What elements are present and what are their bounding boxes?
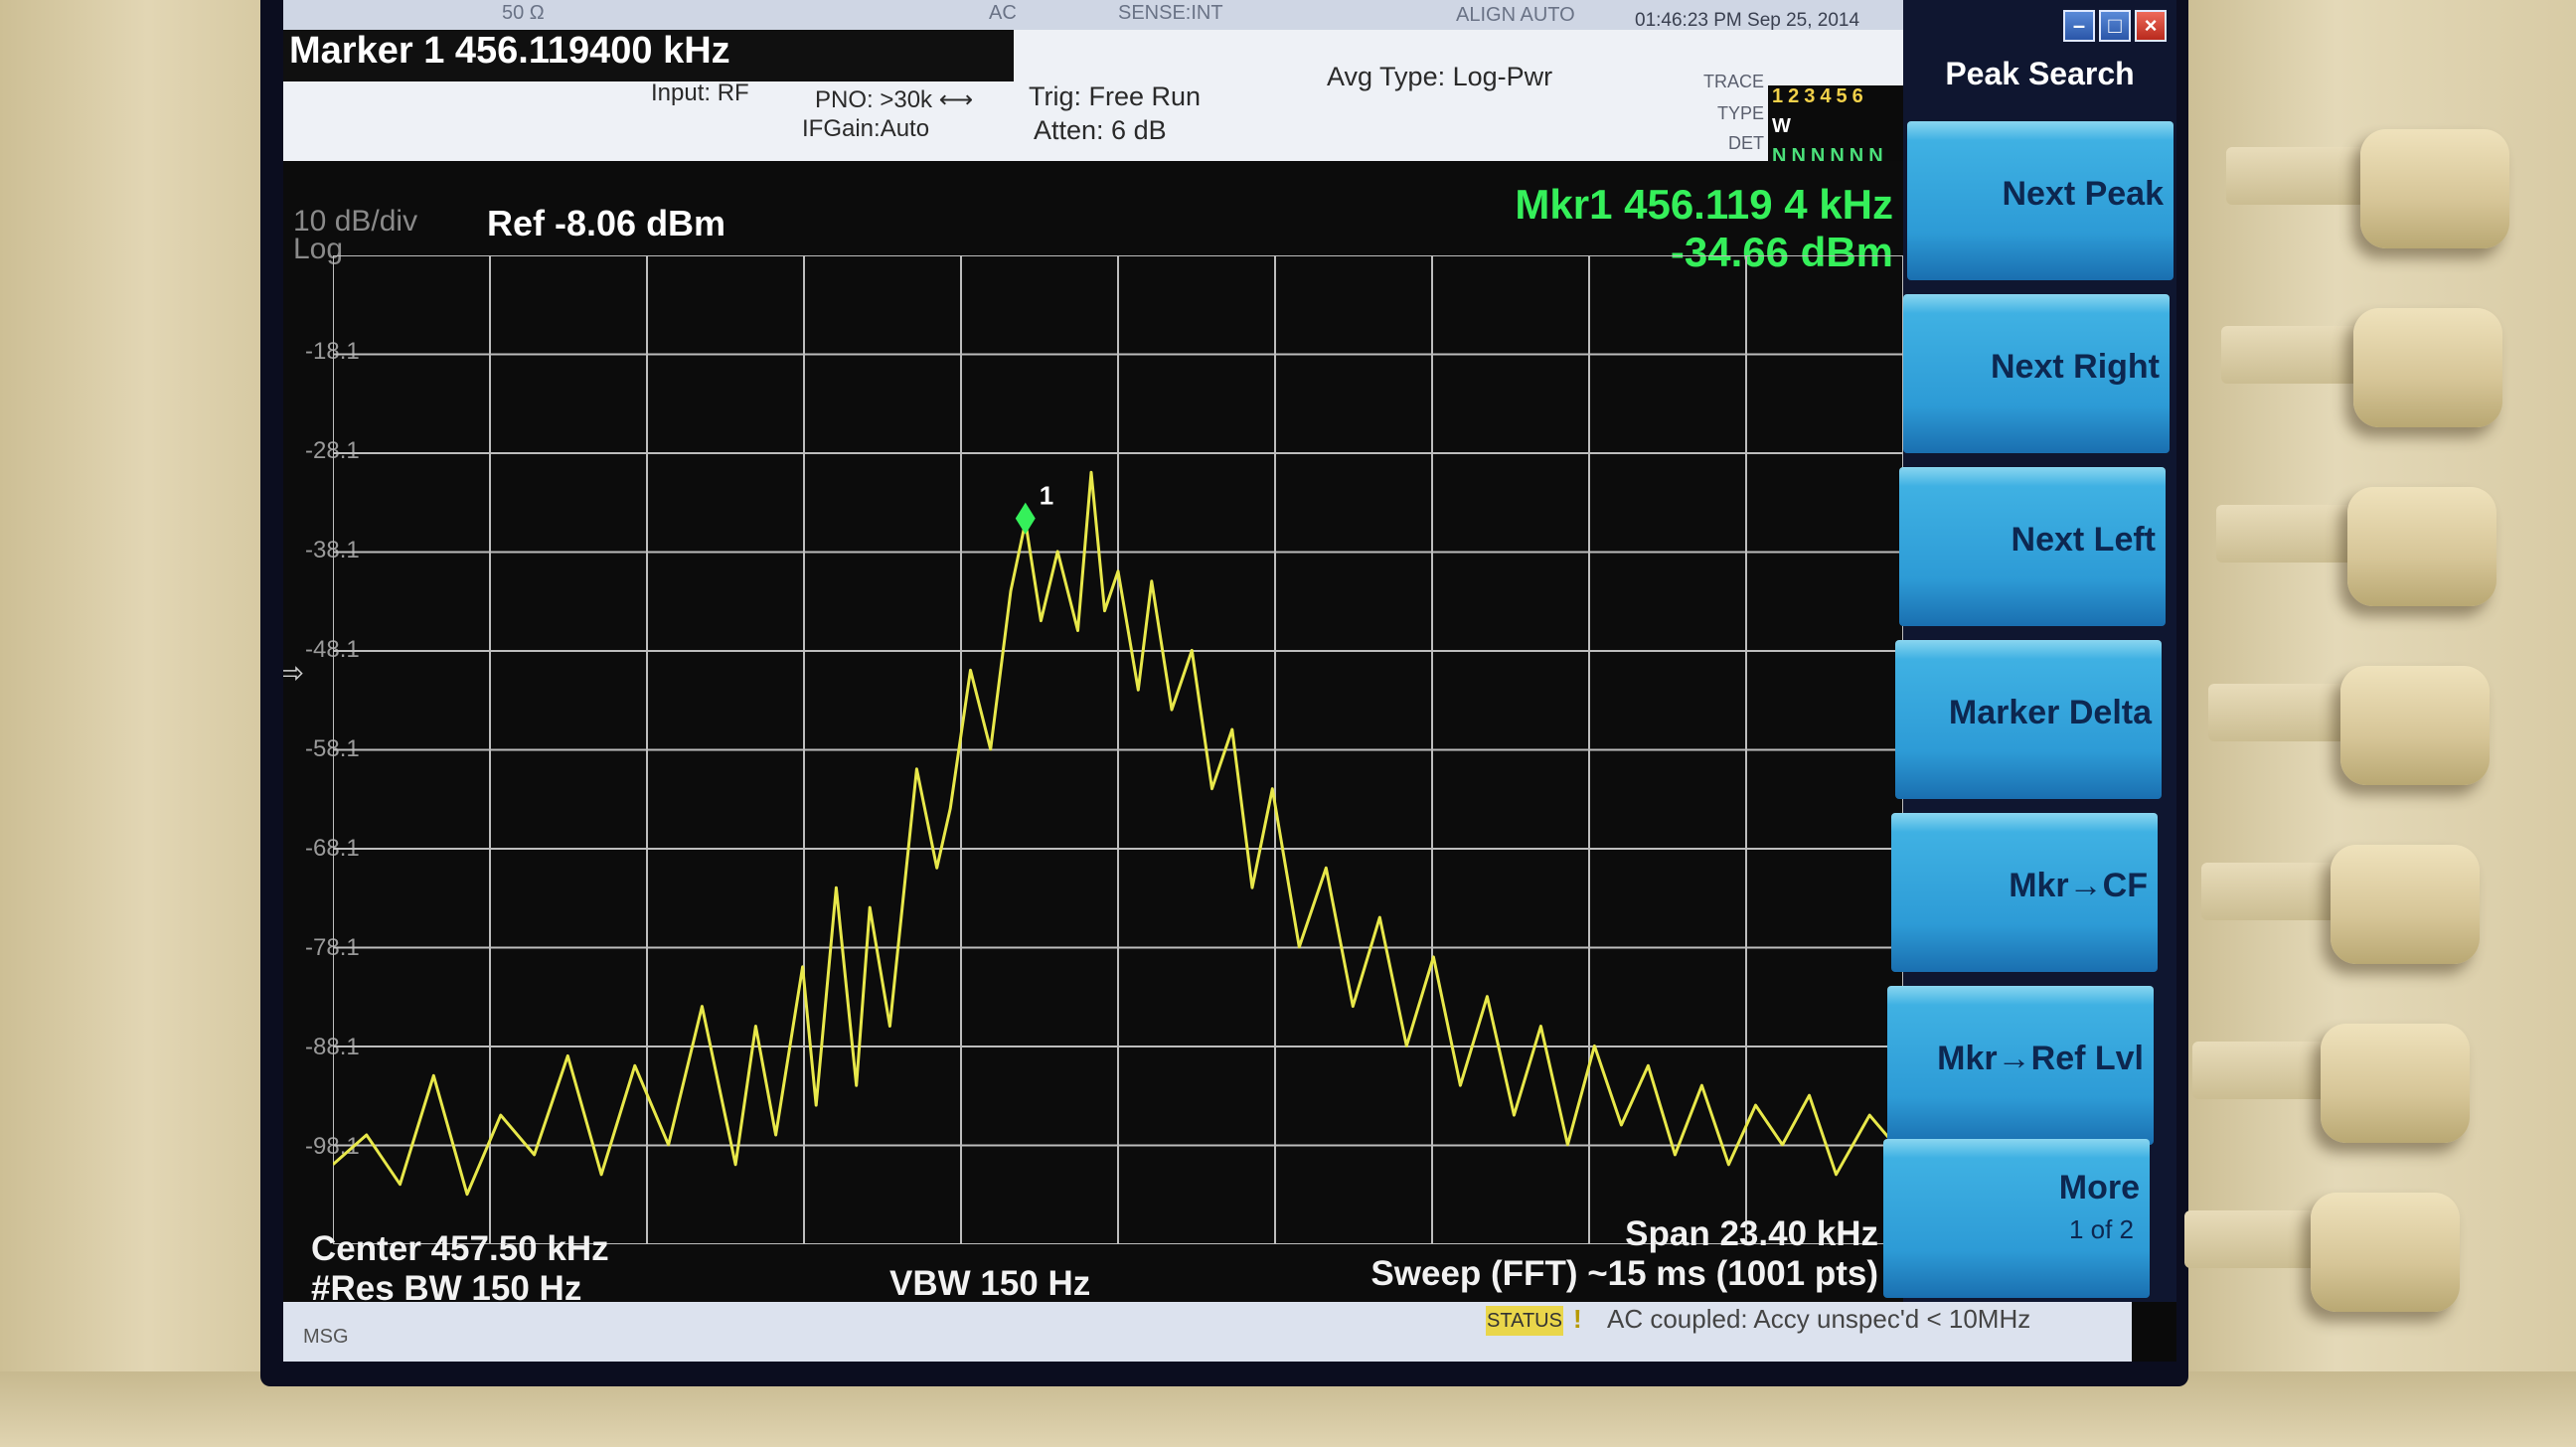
ref-level-label: Ref -8.06 dBm (487, 203, 726, 243)
attenuation-label: Atten: 6 dB (1034, 115, 1167, 145)
trace-label: TRACE (1702, 72, 1764, 91)
close-icon[interactable]: × (2135, 10, 2167, 42)
ref-arrow-icon: ⇨ (283, 657, 305, 690)
settings-strip: 50 Ω AC SENSE:INT ALIGN AUTO 01:46:23 PM… (283, 0, 1903, 31)
warning-icon: ! (1573, 1304, 1582, 1334)
softkey-next-left[interactable]: Next Left (1899, 467, 2166, 626)
hw-softkey-3[interactable] (2347, 487, 2496, 606)
trace-type: W (1772, 115, 1796, 137)
softkey-label: Next Right (1991, 348, 2160, 386)
marker-title: Marker 1 456.119400 kHz (289, 30, 730, 72)
spectrum-plot[interactable]: 1 (333, 255, 1903, 1244)
softkey-more[interactable]: More 1 of 2 (1883, 1139, 2150, 1298)
msg-label: MSG (303, 1326, 349, 1348)
pno-label: PNO: >30k ⟷ (815, 86, 974, 113)
coupling-label: AC (989, 2, 1017, 24)
softkey-sublabel: 1 of 2 (2068, 1214, 2134, 1244)
window-controls: – □ × (2059, 10, 2167, 46)
marker-diamond-icon (1015, 502, 1036, 535)
marker-title-box[interactable]: Marker 1 456.119400 kHz (283, 30, 1014, 81)
softkey-label: Mkr→Ref Lvl (1937, 1040, 2144, 1077)
status-tag[interactable]: STATUS (1486, 1306, 1563, 1336)
minimize-icon[interactable]: – (2063, 10, 2095, 42)
hw-arm-2 (2221, 326, 2360, 384)
softkey-mkr-to-ref-lvl[interactable]: Mkr→Ref Lvl (1887, 986, 2154, 1145)
softkey-next-right[interactable]: Next Right (1903, 294, 2170, 453)
hw-arm-7 (2184, 1210, 2324, 1268)
graticule (333, 255, 1903, 1244)
hw-arm-6 (2192, 1042, 2332, 1099)
softkey-label: More (2058, 1169, 2140, 1206)
softkey-mkr-to-cf[interactable]: Mkr→CF (1891, 813, 2158, 972)
hw-arm-3 (2216, 505, 2355, 563)
avg-type-label: Avg Type: Log-Pwr (1327, 62, 1553, 91)
sweep-label: Sweep (FFT) ~15 ms (1001 pts) (1370, 1254, 1878, 1293)
softkey-marker-delta[interactable]: Marker Delta (1895, 640, 2162, 799)
hw-arm-4 (2208, 684, 2347, 741)
trace-numbers: 123456 (1772, 85, 1868, 107)
hw-softkey-5[interactable] (2331, 845, 2480, 964)
measurement-header: Marker 1 456.119400 kHz Input: RF PNO: >… (283, 30, 1903, 191)
hw-softkey-4[interactable] (2340, 666, 2490, 785)
datetime-label: 01:46:23 PM Sep 25, 2014 (1635, 10, 1860, 31)
softkey-label: Mkr→CF (2009, 867, 2148, 904)
center-frequency-label: Center 457.50 kHz (311, 1229, 609, 1268)
hw-arm-1 (2226, 147, 2365, 205)
status-bar: MSG STATUS ! AC coupled: Accy unspec'd <… (283, 1302, 2132, 1362)
softkey-label: Next Left (2011, 521, 2156, 559)
softkey-menu: – □ × Peak Search Next Peak Next Right Nex… (1883, 0, 2176, 1302)
align-label: ALIGN AUTO (1456, 4, 1575, 26)
analyzer-screen: 50 Ω AC SENSE:INT ALIGN AUTO 01:46:23 PM… (283, 0, 2176, 1362)
hw-arm-5 (2201, 863, 2340, 920)
impedance-label: 50 Ω (502, 2, 545, 24)
marker-layer: 1 (1015, 481, 1053, 535)
instrument-bezel-left (0, 0, 268, 1447)
hw-softkey-1[interactable] (2360, 129, 2509, 248)
status-message: AC coupled: Accy unspec'd < 10MHz (1607, 1304, 2031, 1334)
sense-label: SENSE:INT (1118, 2, 1223, 24)
vbw-label: VBW 150 Hz (889, 1264, 1091, 1303)
hw-softkey-6[interactable] (2321, 1024, 2470, 1143)
softkey-next-peak[interactable]: Next Peak (1907, 121, 2174, 280)
det-label: DET (1728, 133, 1764, 153)
hw-softkey-7[interactable] (2311, 1193, 2460, 1312)
span-label: Span 23.40 kHz (1625, 1214, 1878, 1253)
menu-title: Peak Search (1945, 56, 2135, 91)
ifgain-label: IFGain:Auto (802, 115, 930, 142)
softkey-label: Marker Delta (1948, 694, 2152, 731)
spectrum-display: 10 dB/div Log Ref -8.06 dBm Mkr1 456.119… (283, 161, 1903, 1308)
softkey-label: Next Peak (2002, 175, 2164, 213)
input-label: Input: RF (651, 80, 749, 106)
hw-softkey-2[interactable] (2353, 308, 2502, 427)
trigger-label: Trig: Free Run (1029, 81, 1202, 111)
marker-frequency-readout: Mkr1 456.119 4 kHz (1515, 181, 1893, 228)
maximize-icon[interactable]: □ (2099, 10, 2131, 42)
type-label: TYPE (1716, 103, 1764, 123)
marker-number-label: 1 (1040, 481, 1053, 511)
